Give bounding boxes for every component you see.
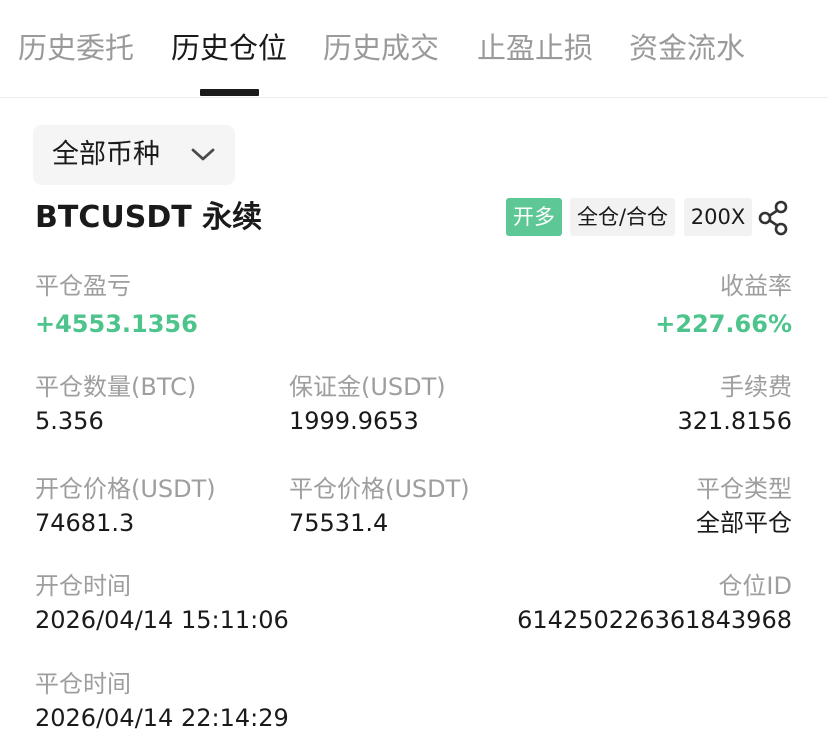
open-time-label: 开仓时间 [35,572,131,600]
close-time-label: 平仓时间 [35,670,131,698]
open-price-label: 开仓价格(USDT) [35,475,216,503]
coin-filter-label: 全部币种 [52,139,160,170]
tab-bar: 历史委托 历史仓位 历史成交 止盈止损 资金流水 [0,0,828,98]
active-tab-indicator [200,89,259,96]
tab-position-history[interactable]: 历史仓位 [171,28,287,68]
share-icon[interactable] [756,198,790,238]
open-time-value: 2026/04/14 15:11:06 [35,606,289,634]
close-time-value: 2026/04/14 22:14:29 [35,704,289,732]
tab-tp-sl[interactable]: 止盈止损 [477,28,593,68]
tab-trade-history[interactable]: 历史成交 [323,28,439,68]
chevron-down-icon [191,148,215,161]
roi-value: +227.66% [655,310,792,338]
close-qty-label: 平仓数量(BTC) [35,373,197,401]
tab-funding-flow[interactable]: 资金流水 [629,28,745,68]
position-id-value[interactable]: 614250226361843968 [517,604,792,636]
pnl-value: +4553.1356 [35,310,198,338]
leverage-tag: 200X [684,198,752,236]
side-tag: 开多 [506,198,562,236]
close-type-label: 平仓类型 [696,475,792,503]
margin-mode-tag: 全仓/合仓 [570,198,675,236]
tab-order-history[interactable]: 历史委托 [18,28,134,68]
close-type-value: 全部平仓 [696,509,792,537]
margin-label: 保证金(USDT) [289,373,446,401]
close-price-label: 平仓价格(USDT) [289,475,470,503]
margin-value: 1999.9653 [289,407,419,435]
close-qty-value: 5.356 [35,407,104,435]
fee-label: 手续费 [720,373,792,401]
pnl-label: 平仓盈亏 [35,272,131,300]
roi-label: 收益率 [720,272,792,300]
fee-value: 321.8156 [677,407,792,435]
close-price-value: 75531.4 [289,509,389,537]
position-id-label: 仓位ID [718,572,792,600]
open-price-value: 74681.3 [35,509,135,537]
position-symbol: BTCUSDT 永续 [35,200,263,235]
